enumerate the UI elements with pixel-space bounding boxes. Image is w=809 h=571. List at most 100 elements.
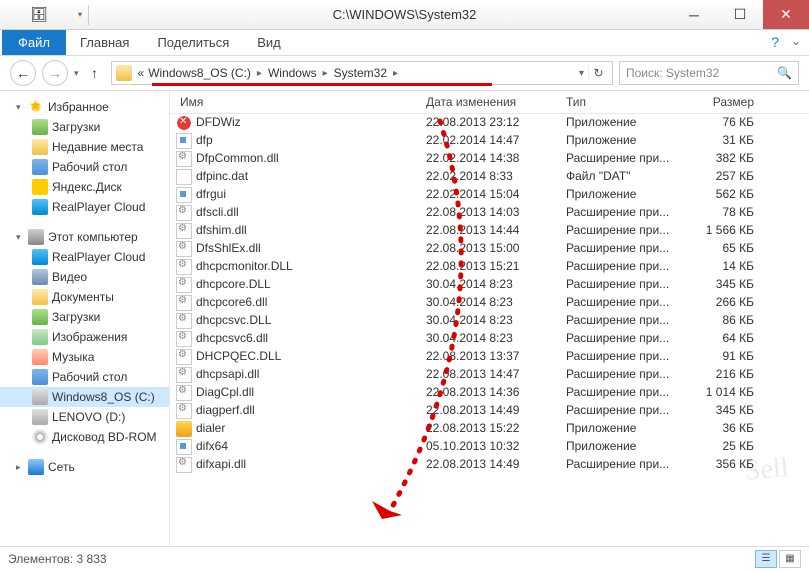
titlebar: 🗄 ▾ C:\WINDOWS\System32 ─ ☐ ✕	[0, 0, 809, 30]
file-date: 22.08.2013 14:47	[420, 367, 560, 383]
sidebar-item[interactable]: Документы	[0, 287, 169, 307]
column-type[interactable]: Тип	[560, 95, 690, 109]
file-row[interactable]: dhcpcsvc.DLL30.04.2014 8:23Расширение пр…	[170, 312, 809, 330]
file-row[interactable]: difxapi.dll22.08.2013 14:49Расширение пр…	[170, 456, 809, 474]
sidebar-item[interactable]: RealPlayer Cloud	[0, 197, 169, 217]
sidebar-item[interactable]: Дисковод BD-ROM	[0, 427, 169, 447]
docs-icon	[32, 289, 48, 305]
file-type: Расширение при...	[560, 349, 690, 365]
addressbar[interactable]: « Windows8_OS (C:) ▸ Windows ▸ System32 …	[111, 61, 613, 85]
column-size[interactable]: Размер	[690, 95, 760, 109]
open-icon[interactable]	[52, 4, 74, 26]
sidebar-group-label: Избранное	[48, 100, 109, 114]
file-row[interactable]: dhcpcmonitor.DLL22.08.2013 15:21Расширен…	[170, 258, 809, 276]
file-icon	[176, 331, 192, 347]
breadcrumb-item[interactable]: Windows8_OS (C:)	[146, 66, 253, 80]
sidebar-item[interactable]: Windows8_OS (C:)	[0, 387, 169, 407]
file-row[interactable]: DfpCommon.dll22.02.2014 14:38Расширение …	[170, 150, 809, 168]
column-name[interactable]: Имя	[170, 95, 420, 109]
sidebar-item[interactable]: LENOVO (D:)	[0, 407, 169, 427]
sidebar-group-network[interactable]: ▸ Сеть	[0, 457, 169, 477]
file-name: dhcpsapi.dll	[196, 367, 259, 381]
file-row[interactable]: DfsShlEx.dll22.08.2013 15:00Расширение п…	[170, 240, 809, 258]
chevron-right-icon[interactable]: ▸	[319, 68, 332, 79]
column-date[interactable]: Дата изменения	[420, 95, 560, 109]
sidebar-item[interactable]: Музыка	[0, 347, 169, 367]
history-dropdown-icon[interactable]: ▾	[74, 68, 79, 79]
file-row[interactable]: DiagCpl.dll22.08.2013 14:36Расширение пр…	[170, 384, 809, 402]
help-icon[interactable]: ?	[771, 34, 779, 50]
up-button[interactable]: ↑	[85, 63, 105, 83]
icons-view-button[interactable]: ▦	[779, 550, 801, 568]
address-dropdown-icon[interactable]: ▾	[575, 68, 588, 79]
back-button[interactable]: ←	[10, 60, 36, 86]
sidebar-item[interactable]: Видео	[0, 267, 169, 287]
tab-view[interactable]: Вид	[243, 31, 295, 54]
breadcrumb-overflow[interactable]: «	[136, 66, 147, 80]
file-size: 25 КБ	[690, 439, 760, 455]
sidebar-item[interactable]: Яндекс.Диск	[0, 177, 169, 197]
close-button[interactable]: ✕	[763, 0, 809, 29]
sidebar-group-computer[interactable]: ▾ Этот компьютер	[0, 227, 169, 247]
chevron-right-icon[interactable]: ▸	[253, 68, 266, 79]
sidebar-item[interactable]: RealPlayer Cloud	[0, 247, 169, 267]
maximize-button[interactable]: ☐	[717, 0, 763, 29]
file-row[interactable]: dfp22.02.2014 14:47Приложение31 КБ	[170, 132, 809, 150]
download-icon	[32, 309, 48, 325]
tab-home[interactable]: Главная	[66, 31, 143, 54]
sidebar: ▾ Избранное ЗагрузкиНедавние местаРабочи…	[0, 91, 170, 546]
sidebar-item[interactable]: Рабочий стол	[0, 367, 169, 387]
chevron-right-icon[interactable]: ▸	[389, 68, 402, 79]
window-controls: ─ ☐ ✕	[671, 0, 809, 29]
file-row[interactable]: DHCPQEC.DLL22.08.2013 13:37Расширение пр…	[170, 348, 809, 366]
file-size: 65 КБ	[690, 241, 760, 257]
file-row[interactable]: dhcpsapi.dll22.08.2013 14:47Расширение п…	[170, 366, 809, 384]
tab-share[interactable]: Поделиться	[143, 31, 243, 54]
sidebar-item[interactable]: Рабочий стол	[0, 157, 169, 177]
search-input[interactable]: Поиск: System32 🔍	[619, 61, 799, 85]
breadcrumb-item[interactable]: Windows	[266, 66, 319, 80]
file-row[interactable]: dfshim.dll22.08.2013 14:44Расширение при…	[170, 222, 809, 240]
file-row[interactable]: difx6405.10.2013 10:32Приложение25 КБ	[170, 438, 809, 456]
computer-icon	[28, 229, 44, 245]
properties-icon[interactable]: 🗄	[28, 4, 50, 26]
file-row[interactable]: dfpinc.dat22.02.2014 8:33Файл "DAT"257 К…	[170, 168, 809, 186]
sidebar-item[interactable]: Загрузки	[0, 307, 169, 327]
file-icon	[176, 403, 192, 419]
file-row[interactable]: dhcpcore.DLL30.04.2014 8:23Расширение пр…	[170, 276, 809, 294]
file-name: diagperf.dll	[196, 403, 255, 417]
file-row[interactable]: dfrgui22.02.2014 15:04Приложение562 КБ	[170, 186, 809, 204]
sidebar-item[interactable]: Загрузки	[0, 117, 169, 137]
minimize-button[interactable]: ─	[671, 0, 717, 29]
file-type: Расширение при...	[560, 313, 690, 329]
desktop-icon	[32, 159, 48, 175]
file-type: Расширение при...	[560, 385, 690, 401]
file-row[interactable]: DFDWiz22.08.2013 23:12Приложение76 КБ	[170, 114, 809, 132]
breadcrumb-item[interactable]: System32	[332, 66, 389, 80]
file-date: 22.02.2014 8:33	[420, 169, 560, 185]
star-icon	[28, 99, 44, 115]
file-row[interactable]: diagperf.dll22.08.2013 14:49Расширение п…	[170, 402, 809, 420]
sidebar-group-favorites[interactable]: ▾ Избранное	[0, 97, 169, 117]
file-type: Расширение при...	[560, 205, 690, 221]
file-tab[interactable]: Файл	[2, 30, 66, 55]
status-count-label: Элементов:	[8, 552, 73, 566]
ribbon-expand-icon[interactable]: ⌄	[791, 34, 801, 48]
file-icon	[176, 295, 192, 311]
sidebar-item[interactable]: Изображения	[0, 327, 169, 347]
details-view-button[interactable]: ☰	[755, 550, 777, 568]
file-icon	[176, 457, 192, 473]
file-row[interactable]: dhcpcsvc6.dll30.04.2014 8:23Расширение п…	[170, 330, 809, 348]
file-name: dhcpcsvc6.dll	[196, 331, 268, 345]
forward-button[interactable]: →	[42, 60, 68, 86]
yandex-icon	[32, 179, 48, 195]
sidebar-item[interactable]: Недавние места	[0, 137, 169, 157]
file-type: Расширение при...	[560, 295, 690, 311]
refresh-button[interactable]: ↻	[588, 66, 608, 80]
folder-icon[interactable]	[4, 4, 26, 26]
file-row[interactable]: dialer22.08.2013 15:22Приложение36 КБ	[170, 420, 809, 438]
file-row[interactable]: dhcpcore6.dll30.04.2014 8:23Расширение п…	[170, 294, 809, 312]
realplayer-icon	[32, 249, 48, 265]
qat-dropdown-icon[interactable]: ▾	[78, 10, 82, 19]
file-row[interactable]: dfscli.dll22.08.2013 14:03Расширение при…	[170, 204, 809, 222]
